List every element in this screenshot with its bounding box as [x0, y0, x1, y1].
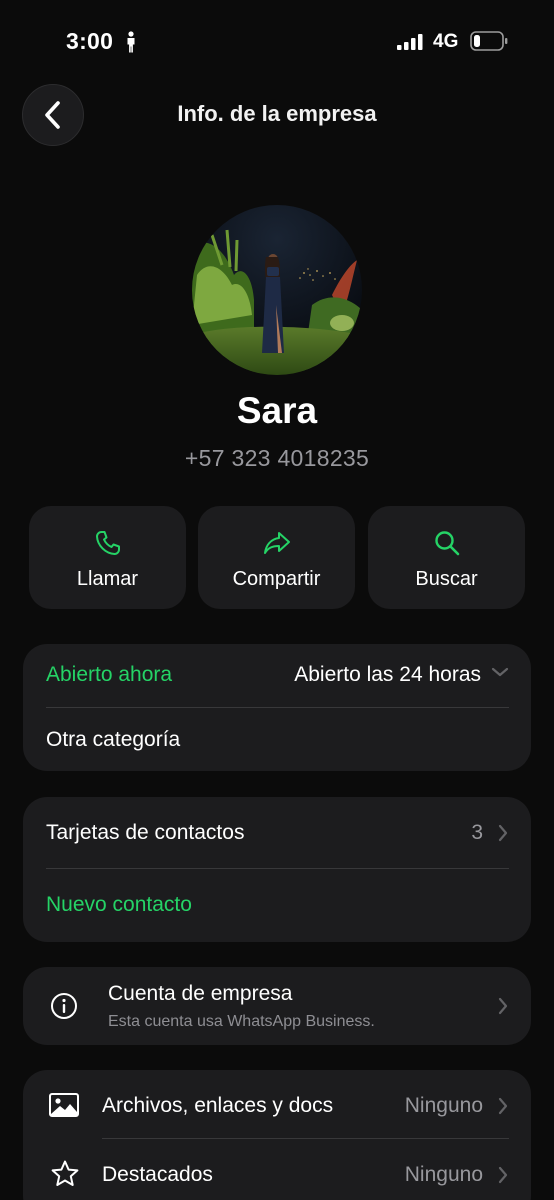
business-info-screen: 3:00 4G Info. de la empresa Sara +57 323…	[0, 0, 554, 1200]
info-circle-icon	[51, 993, 77, 1019]
share-label: Compartir	[232, 568, 321, 590]
phone-icon	[95, 531, 120, 555]
category-row: Otra categoría	[23, 708, 531, 771]
business-account-title: Cuenta de empresa	[108, 982, 293, 1005]
share-arrow-icon	[263, 532, 290, 554]
chevron-right-icon	[498, 997, 508, 1015]
chevron-down-icon	[491, 667, 509, 677]
search-icon	[434, 531, 459, 556]
media-value: Ninguno	[404, 1094, 483, 1117]
call-label: Llamar	[76, 568, 139, 590]
chevron-right-icon	[498, 1097, 508, 1115]
business-account-subtitle: Esta cuenta usa WhatsApp Business.	[108, 1013, 375, 1030]
battery-low-icon	[470, 31, 508, 51]
business-hours-card: Abierto ahora Abierto las 24 horas Otra …	[23, 644, 531, 771]
hours-value: Abierto las 24 horas	[294, 663, 481, 686]
business-account-card[interactable]: Cuenta de empresa Esta cuenta usa WhatsA…	[23, 967, 531, 1045]
search-button[interactable]: Buscar	[368, 506, 525, 609]
image-icon	[49, 1093, 79, 1117]
contact-cards-label: Tarjetas de contactos	[46, 821, 245, 844]
page-title: Info. de la empresa	[177, 101, 377, 126]
new-contact-row[interactable]: Nuevo contacto	[23, 869, 531, 942]
person-walking-icon	[127, 31, 135, 53]
avatar[interactable]	[192, 205, 362, 375]
starred-label: Destacados	[102, 1163, 213, 1186]
call-button[interactable]: Llamar	[29, 506, 186, 609]
status-time: 3:00	[66, 28, 114, 54]
new-contact-label: Nuevo contacto	[46, 893, 192, 916]
media-row[interactable]: Archivos, enlaces y docs Ninguno	[23, 1070, 531, 1138]
star-icon	[51, 1160, 79, 1186]
hours-row[interactable]: Abierto ahora Abierto las 24 horas	[23, 644, 531, 707]
chevron-right-icon	[498, 1166, 508, 1184]
chevron-right-icon	[498, 824, 508, 842]
search-label: Buscar	[415, 568, 478, 590]
contact-cards-count: 3	[471, 821, 483, 844]
media-label: Archivos, enlaces y docs	[102, 1094, 334, 1117]
network-type: 4G	[433, 31, 459, 52]
status-bar: 3:00 4G	[0, 0, 554, 84]
open-status: Abierto ahora	[46, 663, 173, 686]
business-category: Otra categoría	[46, 728, 181, 751]
contact-cards-row[interactable]: Tarjetas de contactos 3	[23, 797, 531, 869]
profile-phone: +57 323 4018235	[184, 445, 370, 471]
signal-bars-icon	[397, 34, 423, 50]
profile-name: Sara	[236, 390, 318, 431]
starred-value: Ninguno	[404, 1163, 483, 1186]
contacts-card: Tarjetas de contactos 3 Nuevo contacto	[23, 797, 531, 942]
starred-row[interactable]: Destacados Ninguno	[23, 1139, 531, 1200]
profile-photo	[192, 205, 362, 375]
share-button[interactable]: Compartir	[198, 506, 355, 609]
media-card: Archivos, enlaces y docs Ninguno Destaca…	[23, 1070, 531, 1200]
